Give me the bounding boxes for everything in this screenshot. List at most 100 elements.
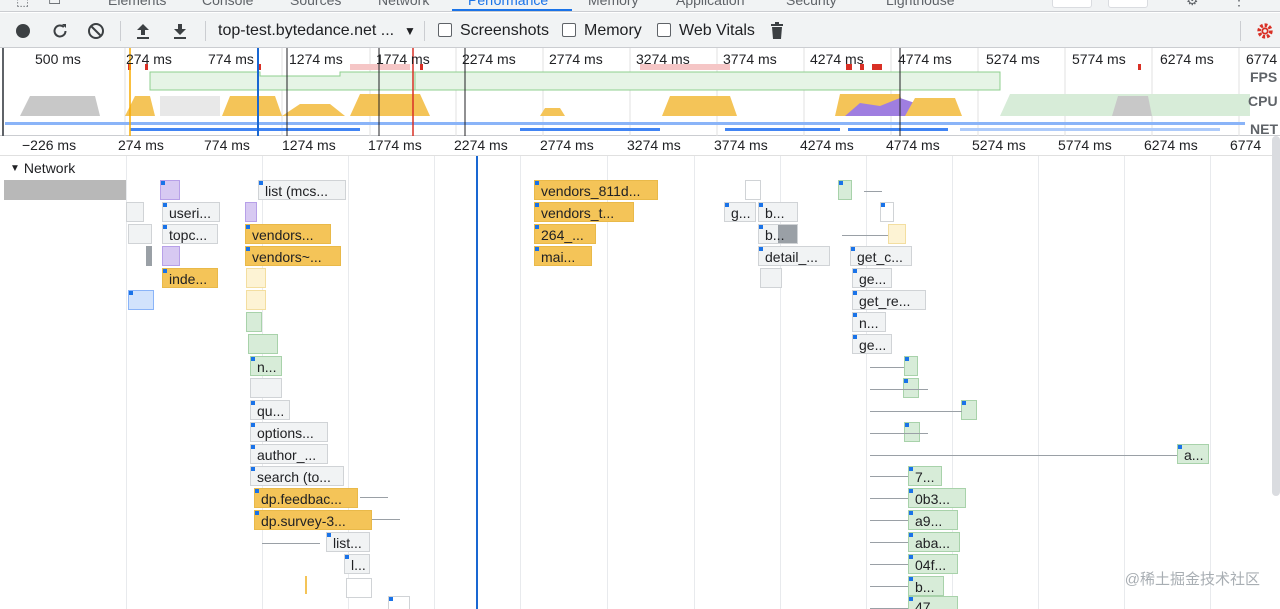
request-bar[interactable]: [346, 578, 372, 598]
request-bar[interactable]: ge...: [852, 334, 892, 354]
tab-lighthouse[interactable]: Lighthouse: [886, 0, 955, 8]
request-bar[interactable]: [838, 180, 852, 200]
record-button[interactable]: [14, 22, 32, 40]
overview-tick: 1274 ms: [289, 51, 343, 67]
tab-console[interactable]: Console: [202, 0, 253, 8]
more-options-icon[interactable]: ⋮: [1232, 0, 1246, 9]
request-bar[interactable]: get_re...: [852, 290, 926, 310]
tab-elements[interactable]: Elements: [108, 0, 166, 8]
reload-profile-button[interactable]: [51, 22, 69, 40]
request-bar[interactable]: vendors~...: [245, 246, 341, 266]
screenshots-checkbox[interactable]: [438, 23, 452, 37]
network-section-header[interactable]: ▼ Network: [10, 160, 75, 176]
request-bar[interactable]: [904, 422, 920, 442]
tab-application[interactable]: Application: [676, 0, 745, 8]
ruler-tick: 774 ms: [204, 137, 250, 153]
save-profile-button[interactable]: [171, 22, 189, 40]
request-bar[interactable]: [745, 180, 761, 200]
request-bar[interactable]: n...: [250, 356, 282, 376]
request-bar[interactable]: [146, 246, 152, 266]
request-bar[interactable]: search (to...: [250, 466, 344, 486]
request-bar[interactable]: [162, 246, 180, 266]
profile-select[interactable]: top-test.bytedance.net ...: [218, 22, 394, 40]
ruler-tick: 5274 ms: [972, 137, 1026, 153]
collect-garbage-button[interactable]: [768, 22, 786, 40]
warnings-badge[interactable]: [1052, 0, 1092, 8]
request-bar[interactable]: detail_...: [758, 246, 830, 266]
device-toggle-icon[interactable]: ▭: [48, 0, 61, 9]
request-bar[interactable]: [904, 356, 918, 376]
vertical-scrollbar[interactable]: [1272, 136, 1280, 496]
request-bar[interactable]: list...: [326, 532, 370, 552]
memory-checkbox[interactable]: [562, 23, 576, 37]
request-bar[interactable]: [760, 268, 782, 288]
timeline-overview[interactable]: 500 ms 274 ms 774 ms 1274 ms 1774 ms 227…: [0, 48, 1280, 136]
request-bar[interactable]: l...: [344, 554, 370, 574]
tab-sources[interactable]: Sources: [290, 0, 341, 8]
clear-button[interactable]: [87, 22, 105, 40]
tab-memory[interactable]: Memory: [588, 0, 639, 8]
request-bar[interactable]: [246, 312, 262, 332]
tab-network[interactable]: Network: [378, 0, 429, 8]
chevron-down-icon[interactable]: ▼: [404, 24, 416, 38]
request-bar[interactable]: b...: [908, 576, 944, 596]
web-vitals-checkbox[interactable]: [657, 23, 671, 37]
request-bar[interactable]: a9...: [908, 510, 958, 530]
request-bar[interactable]: vendors_t...: [534, 202, 634, 222]
request-bar[interactable]: 47: [908, 596, 958, 609]
request-bar[interactable]: g...: [724, 202, 756, 222]
grid-line: [520, 156, 521, 609]
issues-badge[interactable]: [1108, 0, 1148, 8]
request-whisker: [870, 586, 910, 587]
ruler-tick: 6774: [1230, 137, 1262, 153]
request-bar[interactable]: topc...: [162, 224, 218, 244]
request-bar[interactable]: dp.feedbac...: [254, 488, 358, 508]
request-bar[interactable]: [888, 224, 906, 244]
request-bar[interactable]: aba...: [908, 532, 960, 552]
tab-security[interactable]: Security: [786, 0, 837, 8]
request-bar[interactable]: 264_...: [534, 224, 596, 244]
request-bar[interactable]: [388, 596, 410, 609]
request-bar[interactable]: inde...: [162, 268, 218, 288]
request-bar[interactable]: get_c...: [850, 246, 912, 266]
request-bar[interactable]: vendors_811d...: [534, 180, 658, 200]
load-profile-button[interactable]: [134, 22, 152, 40]
request-bar[interactable]: ge...: [852, 268, 892, 288]
request-bar[interactable]: [128, 290, 154, 310]
request-bar[interactable]: [248, 334, 278, 354]
request-bar[interactable]: qu...: [250, 400, 290, 420]
request-bar[interactable]: [4, 180, 126, 200]
request-bar[interactable]: [250, 378, 282, 398]
request-bar[interactable]: options...: [250, 422, 328, 442]
gear-icon: [1257, 23, 1273, 39]
network-track[interactable]: ▼ Network list (mcs... useri... topc... …: [0, 156, 1280, 609]
request-bar[interactable]: [160, 180, 180, 200]
request-bar[interactable]: list (mcs...: [258, 180, 346, 200]
request-bar[interactable]: a...: [1177, 444, 1209, 464]
toolbar-separator: [120, 21, 121, 41]
request-bar[interactable]: [128, 224, 152, 244]
inspect-icon[interactable]: ⬚: [16, 0, 29, 9]
request-bar[interactable]: [961, 400, 977, 420]
capture-settings-button[interactable]: [1256, 22, 1274, 40]
request-bar[interactable]: [246, 268, 266, 288]
request-bar[interactable]: mai...: [534, 246, 592, 266]
request-bar[interactable]: [246, 290, 266, 310]
settings-gear-icon[interactable]: ⚙: [1186, 0, 1199, 9]
request-bar[interactable]: b...: [758, 202, 798, 222]
request-bar[interactable]: author_...: [250, 444, 328, 464]
request-bar[interactable]: 04f...: [908, 554, 958, 574]
request-bar[interactable]: vendors...: [245, 224, 331, 244]
request-bar[interactable]: 0b3...: [908, 488, 966, 508]
request-bar[interactable]: 7...: [908, 466, 942, 486]
request-bar[interactable]: [880, 202, 894, 222]
request-bar[interactable]: [903, 378, 919, 398]
request-bar[interactable]: n...: [852, 312, 886, 332]
ruler-tick: 2774 ms: [540, 137, 594, 153]
request-bar[interactable]: b...: [758, 224, 798, 244]
request-bar[interactable]: [126, 202, 144, 222]
request-bar[interactable]: [245, 202, 257, 222]
tab-performance[interactable]: Performance: [468, 0, 548, 8]
request-bar[interactable]: useri...: [162, 202, 220, 222]
request-bar[interactable]: dp.survey-3...: [254, 510, 372, 530]
